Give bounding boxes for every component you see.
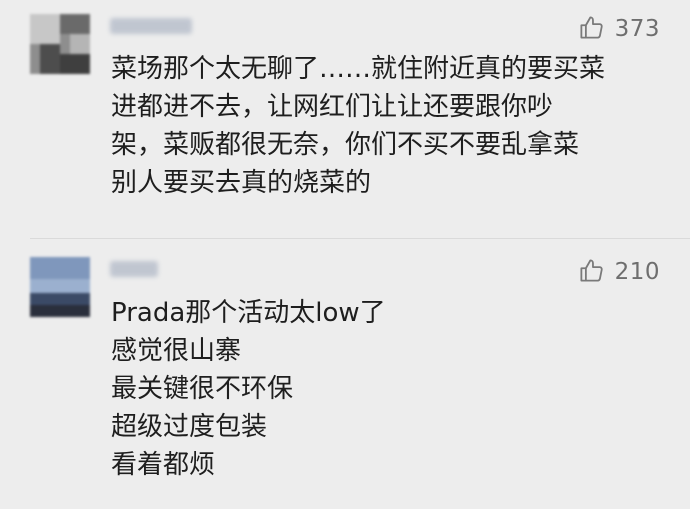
divider xyxy=(30,238,690,239)
thumbs-up-icon xyxy=(578,14,615,45)
comment-line: 看着都烦 xyxy=(111,450,216,480)
comment-line: 架，菜贩都很无奈，你们不买不要乱拿菜 xyxy=(111,130,580,160)
comment-line: 进都进不去，让网红们让让还要跟你吵 xyxy=(111,92,554,122)
like-count: 210 xyxy=(614,259,660,285)
comment-line: 别人要买去真的烧菜的 xyxy=(111,168,372,198)
username[interactable] xyxy=(110,18,192,34)
like-button[interactable]: 210 xyxy=(578,257,660,287)
comment-line: 最关键很不环保 xyxy=(111,374,294,404)
comment-item: 210 Prada那个活动太low了 感觉很山寨 最关键很不环保 超级过度包装 … xyxy=(0,240,690,509)
comment-text: 菜场那个太无聊了……就住附近真的要买菜 进都进不去，让网红们让让还要跟你吵 架，… xyxy=(111,50,671,202)
comment-line: 感觉很山寨 xyxy=(111,336,242,366)
avatar[interactable] xyxy=(30,14,90,74)
comment-line: 超级过度包装 xyxy=(111,412,268,442)
comment-line: 菜场那个太无聊了……就住附近真的要买菜 xyxy=(111,54,606,84)
comment-text: Prada那个活动太low了 感觉很山寨 最关键很不环保 超级过度包装 看着都烦 xyxy=(111,294,671,484)
username[interactable] xyxy=(110,261,158,277)
comment-line: Prada那个活动太low了 xyxy=(111,298,386,328)
comment-item: 373 菜场那个太无聊了……就住附近真的要买菜 进都进不去，让网红们让让还要跟你… xyxy=(0,0,690,240)
thumbs-up-icon xyxy=(578,257,615,288)
like-count: 373 xyxy=(614,16,660,42)
like-button[interactable]: 373 xyxy=(578,14,660,44)
avatar[interactable] xyxy=(30,257,90,317)
